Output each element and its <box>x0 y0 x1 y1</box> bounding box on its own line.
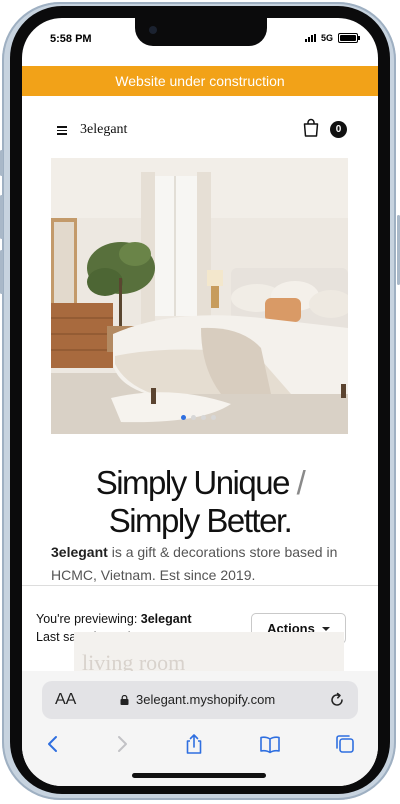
browser-nav-row <box>22 729 378 759</box>
slide-dot-4[interactable] <box>211 415 216 420</box>
lock-icon <box>120 695 129 705</box>
shopping-bag-icon[interactable] <box>302 118 320 138</box>
text-size-button[interactable]: AA <box>55 691 76 709</box>
status-time: 5:58 PM <box>50 33 92 45</box>
address-bar[interactable]: AA 3elegant.myshopify.com <box>42 681 358 719</box>
store-description: 3elegant is a gift & decorations store b… <box>51 541 351 587</box>
signal-icon <box>304 34 316 42</box>
reload-icon[interactable] <box>328 691 346 709</box>
slide-indicators[interactable] <box>181 415 216 420</box>
status-indicators: 5G <box>304 33 360 43</box>
site-logo[interactable]: 3elegant <box>80 122 127 138</box>
caret-down-icon <box>321 626 330 631</box>
share-icon[interactable] <box>183 733 205 755</box>
slide-dot-3[interactable] <box>201 415 206 420</box>
living-room-text: living room <box>82 650 186 672</box>
safari-toolbar: AA 3elegant.myshopify.com <box>22 671 378 786</box>
living-room-banner: living room <box>74 632 344 672</box>
preview-prefix: You're previewing: <box>36 612 141 626</box>
notch <box>135 18 267 46</box>
front-camera <box>149 26 157 34</box>
bedroom-hero-image <box>51 158 348 434</box>
battery-icon <box>338 33 360 43</box>
url-text[interactable]: 3elegant.myshopify.com <box>136 692 275 707</box>
hero-headline: Simply Unique / Simply Better. <box>22 464 378 540</box>
volume-up-button <box>0 195 3 239</box>
preview-label: You're previewing: 3elegant <box>36 612 192 626</box>
headline-part1: Simply Unique <box>95 464 291 501</box>
back-icon[interactable] <box>42 733 64 755</box>
headline-part2: Simply Better. <box>108 502 293 539</box>
tabs-icon[interactable] <box>334 733 356 755</box>
network-label: 5G <box>320 33 333 43</box>
hero-slideshow[interactable] <box>51 158 348 434</box>
bookmarks-icon[interactable] <box>259 733 281 755</box>
volume-down-button <box>0 250 3 294</box>
headline-slash: / <box>296 464 306 501</box>
preview-store-name: 3elegant <box>140 612 192 626</box>
site-header: 3elegant 0 <box>22 114 378 148</box>
slide-dot-1[interactable] <box>181 415 186 420</box>
home-indicator[interactable] <box>132 773 266 778</box>
construction-banner: Website under construction <box>22 66 378 96</box>
phone-screen: 5:58 PM 5G Website under construction 3e… <box>22 18 378 786</box>
cart-count-badge: 0 <box>330 121 347 138</box>
forward-icon[interactable] <box>111 733 133 755</box>
mute-switch <box>0 150 3 176</box>
description-brand: 3elegant <box>51 544 108 560</box>
slide-dot-2[interactable] <box>191 415 196 420</box>
hamburger-menu-icon[interactable] <box>57 126 67 135</box>
